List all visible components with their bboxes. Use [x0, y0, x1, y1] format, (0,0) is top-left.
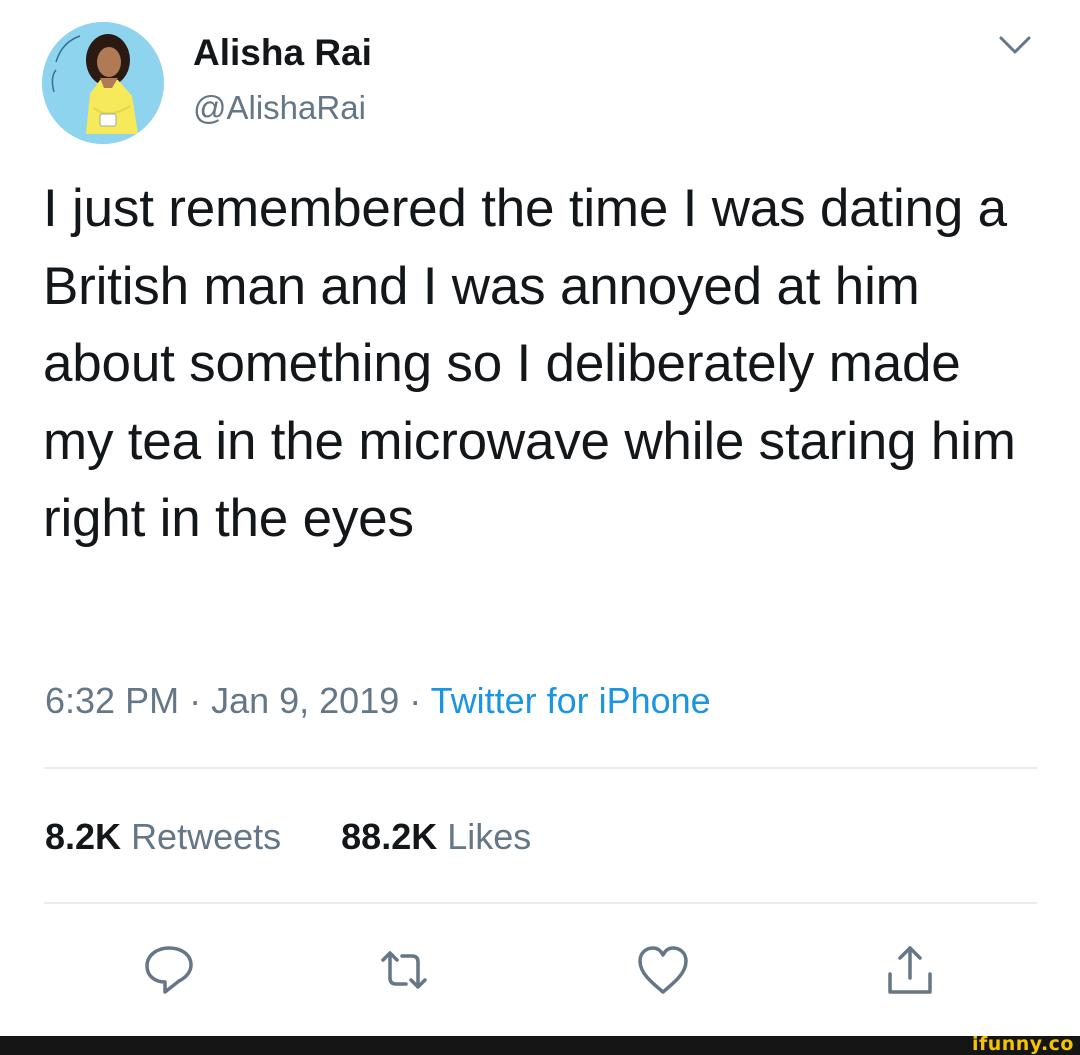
- tweet-stats: 8.2K Retweets 88.2K Likes: [45, 812, 531, 862]
- likes-stat[interactable]: 88.2K Likes: [341, 812, 531, 862]
- likes-label: Likes: [447, 816, 532, 857]
- share-button[interactable]: [880, 940, 940, 1000]
- reply-icon: [145, 946, 193, 994]
- likes-count: 88.2K: [341, 816, 438, 857]
- share-icon: [888, 946, 932, 994]
- retweets-label: Retweets: [131, 816, 282, 857]
- meta-separator: ·: [179, 680, 212, 721]
- watermark-bar: ifunny.co: [0, 1033, 1080, 1055]
- divider: [44, 767, 1037, 769]
- divider: [44, 902, 1037, 904]
- tweet-time: 6:32 PM: [45, 680, 180, 721]
- avatar[interactable]: [42, 22, 164, 144]
- retweets-stat[interactable]: 8.2K Retweets: [45, 812, 281, 862]
- tweet-card: Alisha Rai @AlishaRai I just remembered …: [0, 0, 1080, 1036]
- avatar-illustration: [42, 22, 164, 144]
- chevron-down-icon[interactable]: [998, 34, 1032, 56]
- tweet-text: I just remembered the time I was dating …: [43, 179, 1016, 548]
- author-handle[interactable]: @AlishaRai: [193, 86, 366, 130]
- tweet-date: Jan 9, 2019: [211, 680, 400, 721]
- tweet-meta: 6:32 PM · Jan 9, 2019 · Twitter for iPho…: [45, 676, 711, 726]
- retweet-button[interactable]: [374, 940, 434, 1000]
- ifunny-watermark: ifunny.co: [971, 1033, 1074, 1055]
- heart-icon: [638, 946, 688, 994]
- retweets-count: 8.2K: [45, 816, 122, 857]
- author-name[interactable]: Alisha Rai: [193, 30, 372, 76]
- tweet-source-link[interactable]: Twitter for iPhone: [431, 680, 711, 721]
- retweet-icon: [381, 951, 427, 989]
- like-button[interactable]: [633, 940, 693, 1000]
- meta-separator: ·: [399, 680, 431, 721]
- reply-button[interactable]: [139, 940, 199, 1000]
